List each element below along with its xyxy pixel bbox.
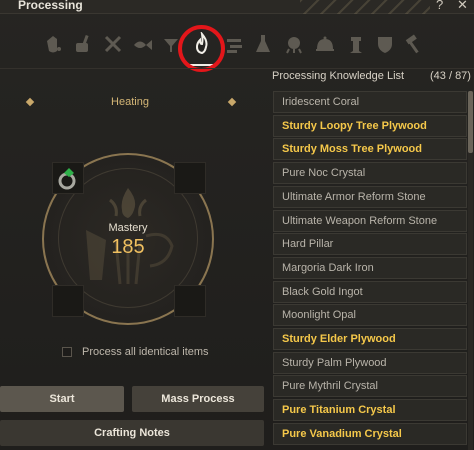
material-slot[interactable] — [174, 162, 206, 194]
process-all-checkbox[interactable] — [62, 347, 72, 357]
title-decoration — [300, 0, 430, 14]
shaking-icon[interactable] — [40, 30, 66, 58]
processing-window: Processing ? ✕ Heating Mastery 185 Proce… — [0, 0, 474, 450]
mastery-label: Mastery — [108, 222, 148, 234]
filtering-icon[interactable] — [158, 30, 184, 58]
process-all-option[interactable]: Process all identical items — [62, 344, 262, 360]
knowledge-count: (43 / 87) — [430, 70, 471, 82]
knowledge-list-item[interactable]: Pure Titanium Crystal — [273, 399, 467, 422]
mastery-value: 185 — [111, 236, 145, 258]
close-icon[interactable]: ✕ — [457, 0, 468, 13]
start-button[interactable]: Start — [0, 386, 124, 412]
grinding-icon[interactable] — [70, 30, 96, 58]
knowledge-list-item[interactable]: Pure Noc Crystal — [273, 162, 467, 185]
cloche-icon[interactable] — [312, 30, 338, 58]
method-label: Heating — [111, 96, 149, 108]
knowledge-list-title: Processing Knowledge List — [272, 70, 405, 82]
knowledge-list-item[interactable]: Ultimate Weapon Reform Stone — [273, 209, 467, 232]
knowledge-list-item[interactable]: Sturdy Moss Tree Plywood — [273, 138, 467, 161]
window-title: Processing — [18, 0, 83, 12]
ring-item-icon — [58, 168, 76, 190]
heating-icon[interactable] — [189, 30, 215, 58]
knowledge-list-item[interactable]: Sturdy Loopy Tree Plywood — [273, 114, 467, 137]
drying-icon[interactable] — [130, 30, 156, 58]
hammer-icon[interactable] — [400, 30, 426, 58]
chopping-icon[interactable] — [100, 30, 126, 58]
crafting-notes-button[interactable]: Crafting Notes — [0, 420, 264, 446]
processing-emblem-icon — [86, 188, 174, 285]
mass-process-button[interactable]: Mass Process — [132, 386, 264, 412]
knowledge-list-item[interactable]: Moonlight Opal — [273, 304, 467, 327]
active-tab-indicator — [187, 64, 217, 66]
knowledge-list-item[interactable]: Sturdy Palm Plywood — [273, 351, 467, 374]
material-slot[interactable] — [52, 162, 84, 194]
knowledge-list-item[interactable]: Iridescent Coral — [273, 91, 467, 113]
knowledge-list-item[interactable]: Margoria Dark Iron — [273, 256, 467, 279]
knowledge-list-item[interactable]: Ultimate Armor Reform Stone — [273, 185, 467, 208]
material-slot[interactable] — [52, 285, 84, 317]
simple-alchemy-icon[interactable] — [222, 30, 248, 58]
tower-icon[interactable] — [343, 30, 369, 58]
crest-icon[interactable] — [372, 30, 398, 58]
help-icon[interactable]: ? — [436, 0, 443, 12]
processing-tabs — [0, 22, 474, 68]
knowledge-list-item[interactable]: Black Gold Ingot — [273, 280, 467, 303]
knowledge-scrollbar[interactable] — [468, 91, 473, 450]
process-all-label: Process all identical items — [82, 346, 209, 358]
knowledge-list-item[interactable]: Hard Pillar — [273, 233, 467, 256]
knowledge-list-item[interactable]: Pure Mythril Crystal — [273, 375, 467, 398]
scrollbar-thumb[interactable] — [468, 91, 473, 153]
knowledge-list-item[interactable]: Pure Vanadium Crystal — [273, 422, 467, 445]
material-slot[interactable] — [174, 285, 206, 317]
method-header: Heating — [20, 94, 240, 112]
knowledge-list-item[interactable]: Sturdy Elder Plywood — [273, 328, 467, 350]
knowledge-list[interactable]: Iridescent Coral Sturdy Loopy Tree Plywoo… — [273, 91, 467, 450]
title-bar[interactable]: Processing ? ✕ — [0, 0, 474, 14]
knowledge-list-header: Processing Knowledge List (43 / 87) — [270, 68, 474, 84]
flask-icon[interactable] — [250, 30, 276, 58]
cooking-pot-icon[interactable] — [281, 30, 307, 58]
